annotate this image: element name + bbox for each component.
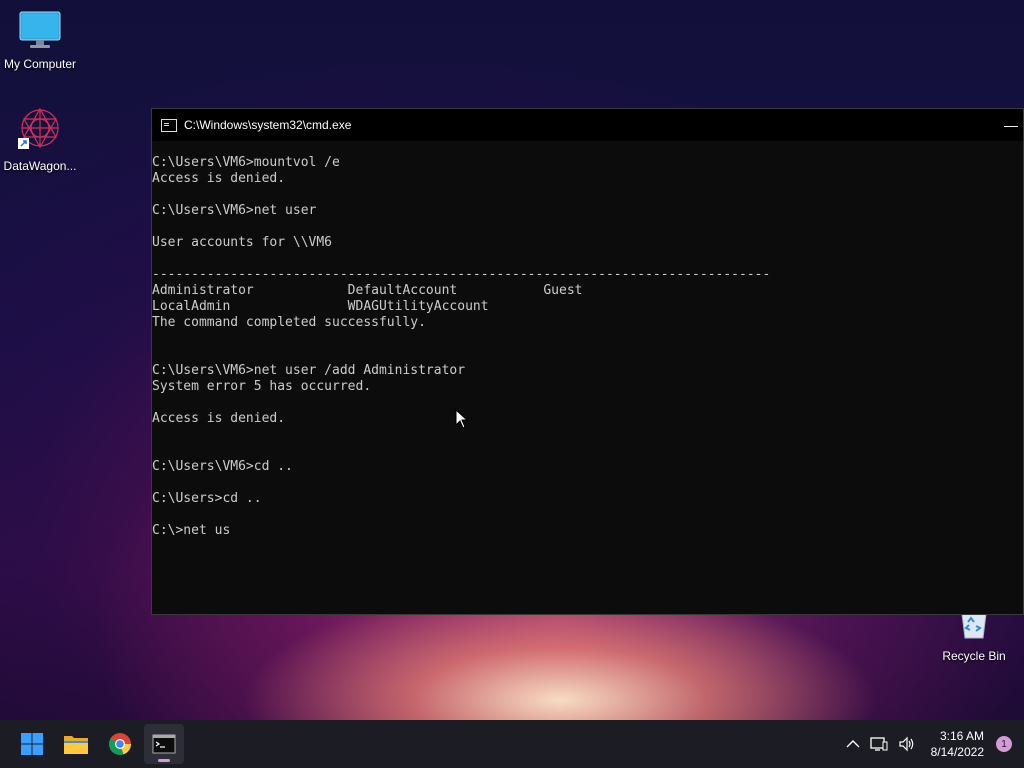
chrome-icon (109, 733, 131, 755)
windows-logo-icon (21, 733, 43, 755)
file-explorer-button[interactable] (56, 724, 96, 764)
desktop-icon-label: My Computer (3, 57, 77, 71)
network-icon[interactable] (869, 736, 888, 752)
cmd-icon (161, 118, 177, 132)
title-bar[interactable]: C:\Windows\system32\cmd.exe — (152, 109, 1023, 141)
volume-icon[interactable] (898, 736, 916, 752)
console-text: C:\Users\VM6>mountvol /e Access is denie… (152, 155, 771, 538)
minimize-button[interactable]: — (999, 113, 1023, 137)
clock[interactable]: 3:16 AM 8/14/2022 (931, 728, 984, 760)
window-title: C:\Windows\system32\cmd.exe (184, 118, 352, 132)
datawagon-app-icon (18, 107, 59, 149)
notification-badge[interactable]: 1 (996, 736, 1012, 752)
terminal-icon (152, 734, 176, 754)
desktop-icon-label: Recycle Bin (942, 649, 1006, 663)
cmd-window[interactable]: C:\Windows\system32\cmd.exe — C:\Users\V… (151, 108, 1024, 615)
desktop-icon-label: DataWagon... (3, 159, 77, 173)
system-tray: 3:16 AM 8/14/2022 1 (841, 728, 1024, 760)
desktop-icon-my-computer[interactable]: My Computer (0, 10, 80, 71)
clock-time: 3:16 AM (939, 729, 984, 743)
monitor-icon (19, 11, 61, 48)
start-button[interactable] (12, 724, 52, 764)
folder-icon (64, 736, 88, 754)
desktop-icon-datawagon[interactable]: DataWagon... (0, 106, 80, 173)
chrome-button[interactable] (100, 724, 140, 764)
desktop-icon-recycle-bin[interactable]: Recycle Bin (934, 612, 1014, 663)
recycle-bin-icon (961, 613, 987, 639)
chevron-up-icon[interactable] (846, 739, 860, 749)
console-output[interactable]: C:\Users\VM6>mountvol /e Access is denie… (152, 155, 770, 539)
taskbar: 3:16 AM 8/14/2022 1 (0, 720, 1024, 768)
clock-date: 8/14/2022 (930, 745, 984, 759)
command-prompt-button[interactable] (144, 724, 184, 764)
